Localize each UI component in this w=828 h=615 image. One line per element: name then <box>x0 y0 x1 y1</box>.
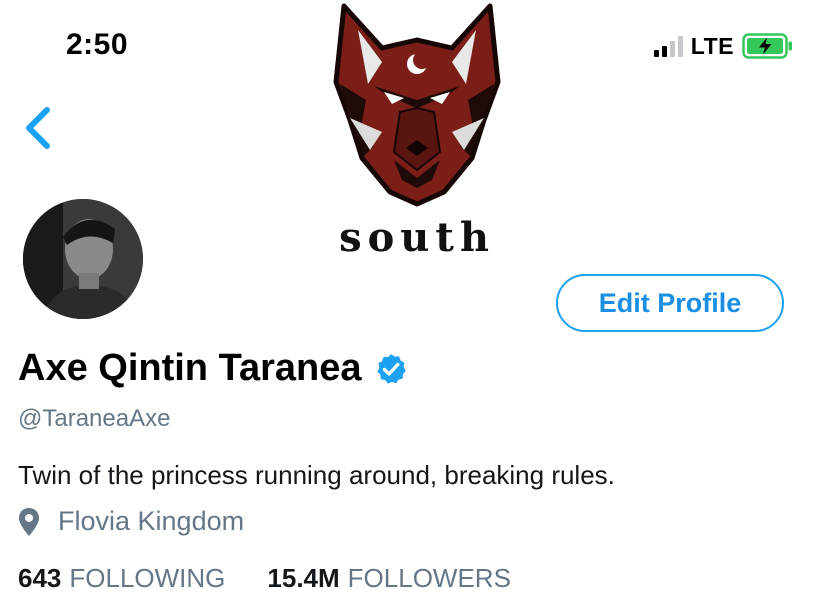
location-text: Flovia Kingdom <box>58 506 245 536</box>
followers-label: FOLLOWERS <box>347 563 511 593</box>
back-button[interactable] <box>20 106 54 150</box>
network-type: LTE <box>690 32 734 59</box>
edit-profile-button[interactable]: Edit Profile <box>556 274 784 332</box>
followers-count: 15.4M <box>267 563 340 593</box>
following-label: FOLLOWING <box>69 563 226 593</box>
battery-charging-icon <box>742 33 794 59</box>
status-time: 2:50 <box>66 28 129 61</box>
profile-location: Flovia Kingdom <box>18 506 244 537</box>
cellular-signal-icon <box>653 35 683 57</box>
followers-stat[interactable]: 15.4M FOLLOWERS <box>267 563 511 594</box>
location-pin-icon <box>19 507 39 536</box>
chevron-left-icon <box>26 107 50 149</box>
profile-handle: @TaraneaAxe <box>18 405 171 432</box>
following-stat[interactable]: 643 FOLLOWING <box>18 563 225 594</box>
banner-logo <box>322 0 512 208</box>
avatar[interactable] <box>21 197 145 321</box>
wolf-head-icon <box>333 3 501 207</box>
avatar-photo <box>23 199 143 319</box>
profile-name-row: Axe Qintin Taranea <box>18 347 408 390</box>
profile-stats: 643 FOLLOWING 15.4M FOLLOWERS <box>18 563 511 594</box>
display-name: Axe Qintin Taranea <box>18 347 362 389</box>
verified-badge-icon <box>376 353 406 384</box>
profile-bio: Twin of the princess running around, bre… <box>18 460 615 490</box>
status-indicators: LTE <box>653 32 794 60</box>
banner-brand-text: south <box>339 214 495 261</box>
following-count: 643 <box>18 563 62 593</box>
